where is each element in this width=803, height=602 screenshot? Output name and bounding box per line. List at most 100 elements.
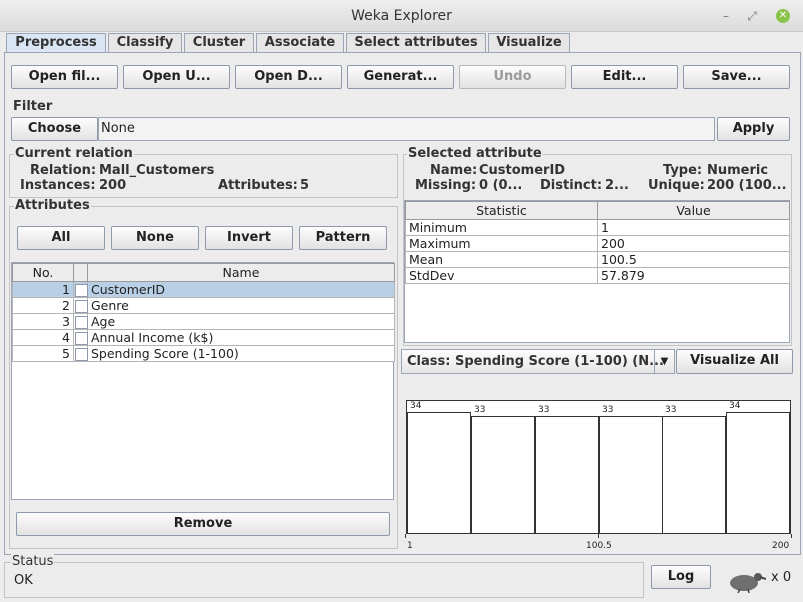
statistics-table: Statistic Value Minimum 1 Maximum 200 Me… bbox=[405, 201, 790, 284]
open-file-button[interactable]: Open fil... bbox=[11, 65, 118, 89]
instances-value: 200 bbox=[99, 178, 127, 193]
name-value: CustomerID bbox=[479, 163, 566, 178]
table-row[interactable]: Mean 100.5 bbox=[405, 251, 790, 268]
row-checkbox[interactable] bbox=[73, 297, 88, 314]
row-number: 1 bbox=[12, 281, 74, 298]
column-select[interactable] bbox=[73, 263, 88, 282]
row-checkbox[interactable] bbox=[73, 313, 88, 330]
open-db-button[interactable]: Open D... bbox=[235, 65, 342, 89]
invert-selection-button[interactable]: Invert bbox=[205, 226, 293, 250]
row-checkbox[interactable] bbox=[73, 329, 88, 346]
statistic-value: 1 bbox=[597, 219, 790, 236]
table-row[interactable]: 3 Age bbox=[12, 313, 395, 330]
restore-icon[interactable]: ⤢ bbox=[745, 9, 759, 23]
row-checkbox[interactable] bbox=[73, 345, 88, 362]
open-url-button[interactable]: Open U... bbox=[123, 65, 230, 89]
tab-classify[interactable]: Classify bbox=[108, 33, 182, 52]
histogram: 34 33 33 33 33 34 bbox=[406, 400, 791, 534]
relation-label: Relation: bbox=[30, 163, 97, 178]
histogram-bar bbox=[662, 416, 726, 533]
attribute-name: Age bbox=[87, 313, 395, 330]
histogram-bar-label: 33 bbox=[602, 405, 614, 415]
attributes-count-value: 5 bbox=[300, 178, 310, 193]
filter-field[interactable]: None bbox=[98, 117, 715, 141]
distinct-value: 2... bbox=[605, 178, 629, 193]
column-statistic[interactable]: Statistic bbox=[405, 201, 598, 220]
column-no[interactable]: No. bbox=[12, 263, 74, 282]
row-number: 4 bbox=[12, 329, 74, 346]
select-all-button[interactable]: All bbox=[17, 226, 105, 250]
column-name[interactable]: Name bbox=[87, 263, 395, 282]
statistic-name: Maximum bbox=[405, 235, 598, 252]
task-count: x 0 bbox=[771, 570, 792, 585]
row-number: 3 bbox=[12, 313, 74, 330]
attributes-table-viewport: No. Name 1 CustomerID 2 Genre 3 Age 4 An… bbox=[11, 262, 395, 500]
table-row[interactable]: Maximum 200 bbox=[405, 235, 790, 252]
table-row[interactable]: 1 CustomerID bbox=[12, 281, 395, 298]
histogram-bar bbox=[535, 416, 599, 533]
instances-label: Instances: bbox=[20, 178, 96, 193]
attribute-name: Annual Income (k$) bbox=[87, 329, 395, 346]
histogram-bar-label: 34 bbox=[410, 401, 422, 411]
tab-cluster[interactable]: Cluster bbox=[184, 33, 254, 52]
table-row[interactable]: Minimum 1 bbox=[405, 219, 790, 236]
table-row[interactable]: StdDev 57.879 bbox=[405, 267, 790, 284]
select-none-button[interactable]: None bbox=[111, 226, 199, 250]
apply-filter-button[interactable]: Apply bbox=[717, 117, 790, 141]
row-number: 2 bbox=[12, 297, 74, 314]
table-row[interactable]: 2 Genre bbox=[12, 297, 395, 314]
table-row[interactable]: 5 Spending Score (1-100) bbox=[12, 345, 395, 362]
window-title: Weka Explorer bbox=[351, 8, 452, 24]
statistic-value: 57.879 bbox=[597, 267, 790, 284]
checkbox-icon[interactable] bbox=[75, 348, 88, 361]
undo-button[interactable]: Undo bbox=[459, 65, 566, 89]
histogram-plot: 34 33 33 33 33 34 bbox=[407, 401, 790, 533]
unique-label: Unique: bbox=[648, 178, 705, 193]
histogram-bar bbox=[471, 416, 535, 533]
checkbox-icon[interactable] bbox=[75, 316, 88, 329]
table-row[interactable]: 4 Annual Income (k$) bbox=[12, 329, 395, 346]
save-button[interactable]: Save... bbox=[683, 65, 790, 89]
column-value[interactable]: Value bbox=[597, 201, 790, 220]
checkbox-icon[interactable] bbox=[75, 332, 88, 345]
pattern-button[interactable]: Pattern bbox=[299, 226, 387, 250]
type-label: Type: bbox=[663, 163, 703, 178]
row-number: 5 bbox=[12, 345, 74, 362]
choose-filter-button[interactable]: Choose bbox=[11, 117, 98, 141]
relation-value: Mall_Customers bbox=[99, 163, 215, 178]
missing-value: 0 (0... bbox=[479, 178, 523, 193]
generate-button[interactable]: Generat... bbox=[347, 65, 454, 89]
window-titlebar: Weka Explorer – ⤢ ✕ bbox=[0, 0, 803, 32]
close-icon[interactable]: ✕ bbox=[776, 9, 790, 23]
statistic-name: Minimum bbox=[405, 219, 598, 236]
status-title: Status bbox=[11, 554, 55, 569]
checkbox-icon[interactable] bbox=[75, 284, 88, 297]
attributes-count-label: Attributes: bbox=[218, 178, 298, 193]
tab-associate[interactable]: Associate bbox=[256, 33, 344, 52]
histogram-x-mid: 100.5 bbox=[586, 541, 612, 551]
log-button[interactable]: Log bbox=[651, 565, 711, 589]
histogram-bar bbox=[726, 412, 790, 533]
tab-preprocess[interactable]: Preprocess bbox=[6, 33, 106, 53]
type-value: Numeric bbox=[707, 163, 769, 178]
visualize-all-button[interactable]: Visualize All bbox=[676, 349, 793, 374]
class-selector[interactable]: Class: Spending Score (1-100) (N... ▼ bbox=[401, 349, 675, 374]
tab-select-attributes[interactable]: Select attributes bbox=[346, 33, 486, 52]
filter-title: Filter bbox=[13, 99, 53, 114]
class-selector-value: Class: Spending Score (1-100) (N... bbox=[407, 354, 664, 369]
histogram-bar-label: 33 bbox=[665, 405, 677, 415]
histogram-x-min: 1 bbox=[407, 541, 413, 551]
attribute-name: Genre bbox=[87, 297, 395, 314]
minimize-icon[interactable]: – bbox=[719, 9, 733, 23]
tab-visualize[interactable]: Visualize bbox=[488, 33, 570, 52]
statistic-value: 100.5 bbox=[597, 251, 790, 268]
selected-attribute-title: Selected attribute bbox=[407, 146, 543, 161]
histogram-bar bbox=[599, 416, 663, 533]
chevron-down-icon[interactable]: ▼ bbox=[654, 350, 674, 373]
edit-button[interactable]: Edit... bbox=[571, 65, 678, 89]
checkbox-icon[interactable] bbox=[75, 300, 88, 313]
histogram-bar-label: 33 bbox=[474, 405, 486, 415]
row-checkbox[interactable] bbox=[73, 281, 88, 298]
remove-button[interactable]: Remove bbox=[16, 512, 390, 536]
histogram-bar bbox=[407, 412, 471, 533]
